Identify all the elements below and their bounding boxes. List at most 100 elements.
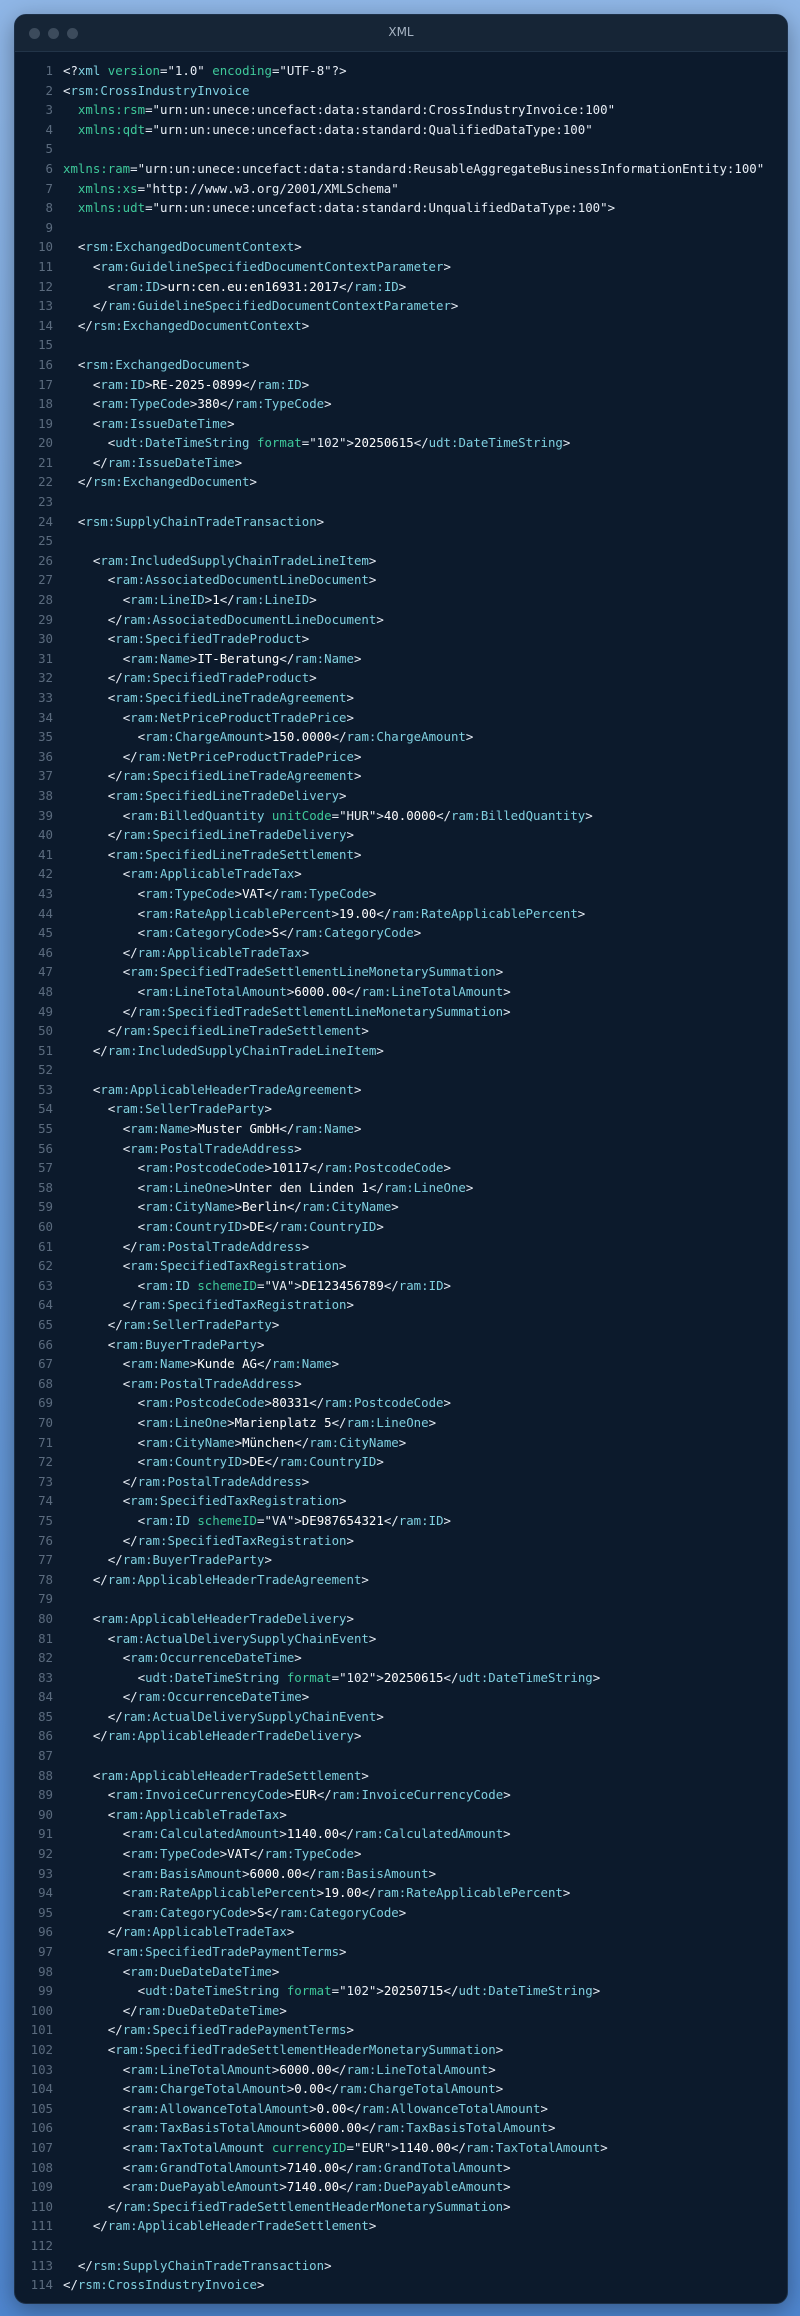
line-text: <ram:ChargeTotalAmount>0.00</ram:ChargeT… bbox=[122, 2081, 504, 2097]
line-text: <ram:GrandTotalAmount>7140.00</ram:Grand… bbox=[122, 2159, 511, 2175]
code-line: 66 <ram:BuyerTradeParty> bbox=[15, 1335, 787, 1355]
code-line: 37 </ram:SpecifiedLineTradeAgreement> bbox=[15, 766, 787, 786]
line-text: xmlns:xs="http://www.w3.org/2001/XMLSche… bbox=[77, 180, 399, 196]
line-text: <ram:CountryID>DE</ram:CountryID> bbox=[137, 1454, 384, 1470]
code-line: 100 </ram:DueDateDateTime> bbox=[15, 2001, 787, 2021]
line-number: 85 bbox=[38, 1708, 53, 1724]
line-text: <ram:InvoiceCurrencyCode>EUR</ram:Invoic… bbox=[107, 1787, 511, 1803]
line-number: 94 bbox=[38, 1885, 53, 1901]
line-text: <ram:TaxTotalAmount currencyID="EUR">114… bbox=[122, 2139, 608, 2155]
code-line: 35 <ram:ChargeAmount>150.0000</ram:Charg… bbox=[15, 727, 787, 747]
code-line: 34 <ram:NetPriceProductTradePrice> bbox=[15, 708, 787, 728]
line-text: <ram:NetPriceProductTradePrice> bbox=[122, 709, 354, 725]
line-text: <ram:OccurrenceDateTime> bbox=[122, 1650, 302, 1666]
code-line: 56 <ram:PostalTradeAddress> bbox=[15, 1139, 787, 1159]
line-text: <ram:CountryID>DE</ram:CountryID> bbox=[137, 1219, 384, 1235]
line-text: xmlns:ram="urn:un:unece:uncefact:data:st… bbox=[63, 160, 765, 176]
code-line: 82 <ram:OccurrenceDateTime> bbox=[15, 1648, 787, 1668]
code-line: 14 </rsm:ExchangedDocumentContext> bbox=[15, 316, 787, 336]
code-line: 67 <ram:Name>Kunde AG</ram:Name> bbox=[15, 1354, 787, 1374]
code-line: 61 </ram:PostalTradeAddress> bbox=[15, 1237, 787, 1257]
line-text: </ram:SpecifiedTradeProduct> bbox=[107, 670, 317, 686]
code-line: 64 </ram:SpecifiedTaxRegistration> bbox=[15, 1295, 787, 1315]
code-line: 26 <ram:IncludedSupplyChainTradeLineItem… bbox=[15, 551, 787, 571]
line-number: 65 bbox=[38, 1317, 53, 1332]
code-line: 21 </ram:IssueDateTime> bbox=[15, 453, 787, 473]
line-text: <ram:DuePayableAmount>7140.00</ram:DuePa… bbox=[122, 2179, 511, 2195]
line-number: 95 bbox=[38, 1904, 53, 1920]
line-text: </ram:PostalTradeAddress> bbox=[122, 1473, 310, 1489]
line-text: <ram:Name>Kunde AG</ram:Name> bbox=[122, 1356, 340, 1372]
code-line: 95 <ram:CategoryCode>S</ram:CategoryCode… bbox=[15, 1903, 787, 1923]
line-text: <ram:ApplicableTradeTax> bbox=[122, 866, 302, 882]
line-text: <ram:ApplicableHeaderTradeDelivery> bbox=[92, 1610, 354, 1626]
code-line: 44 <ram:RateApplicablePercent>19.00</ram… bbox=[15, 904, 787, 924]
line-number: 81 bbox=[38, 1630, 53, 1646]
code-line: 36 </ram:NetPriceProductTradePrice> bbox=[15, 747, 787, 767]
line-number: 47 bbox=[38, 964, 53, 980]
line-text: </ram:ApplicableTradeTax> bbox=[107, 1924, 295, 1940]
line-text: <ram:ID>RE-2025-0899</ram:ID> bbox=[92, 376, 310, 392]
line-text: xmlns:qdt="urn:un:unece:uncefact:data:st… bbox=[77, 121, 593, 137]
code-line: 86 </ram:ApplicableHeaderTradeDelivery> bbox=[15, 1726, 787, 1746]
code-line: 16 <rsm:ExchangedDocument> bbox=[15, 355, 787, 375]
line-number: 91 bbox=[38, 1826, 53, 1842]
line-text: <ram:LineOne>Unter den Linden 1</ram:Lin… bbox=[137, 1179, 474, 1195]
line-text: <ram:LineID>1</ram:LineID> bbox=[122, 592, 317, 608]
line-number: 29 bbox=[38, 611, 53, 627]
line-text: </ram:SellerTradeParty> bbox=[107, 1317, 280, 1332]
line-number: 86 bbox=[38, 1728, 53, 1744]
code-line: 57 <ram:PostcodeCode>10117</ram:Postcode… bbox=[15, 1158, 787, 1178]
line-text: </ram:SpecifiedTradeSettlementLineMoneta… bbox=[122, 1003, 511, 1019]
code-line: 29 </ram:AssociatedDocumentLineDocument> bbox=[15, 610, 787, 630]
code-line: 4 xmlns:qdt="urn:un:unece:uncefact:data:… bbox=[15, 120, 787, 140]
line-text: <ram:CategoryCode>S</ram:CategoryCode> bbox=[137, 925, 422, 941]
line-text: </ram:GuidelineSpecifiedDocumentContextP… bbox=[92, 298, 459, 314]
code-line: 70 <ram:LineOne>Marienplatz 5</ram:LineO… bbox=[15, 1413, 787, 1433]
code-line: 79 bbox=[15, 1589, 787, 1609]
line-number: 68 bbox=[38, 1375, 53, 1391]
line-number: 20 bbox=[38, 435, 53, 451]
line-number: 24 bbox=[38, 513, 53, 529]
line-number: 7 bbox=[45, 180, 53, 196]
line-number: 56 bbox=[38, 1140, 53, 1156]
line-number: 64 bbox=[38, 1297, 53, 1313]
code-line: 96 </ram:ApplicableTradeTax> bbox=[15, 1922, 787, 1942]
line-text: <ram:PostcodeCode>10117</ram:PostcodeCod… bbox=[137, 1160, 451, 1176]
code-line: 5 bbox=[15, 139, 787, 159]
line-number: 90 bbox=[38, 1806, 53, 1822]
code-line: 38 <ram:SpecifiedLineTradeDelivery> bbox=[15, 786, 787, 806]
code-line: 27 <ram:AssociatedDocumentLineDocument> bbox=[15, 570, 787, 590]
line-number: 89 bbox=[38, 1787, 53, 1803]
code-line: 39 <ram:BilledQuantity unitCode="HUR">40… bbox=[15, 806, 787, 826]
line-number: 45 bbox=[38, 925, 53, 941]
code-line: 41 <ram:SpecifiedLineTradeSettlement> bbox=[15, 845, 787, 865]
code-line: 85 </ram:ActualDeliverySupplyChainEvent> bbox=[15, 1707, 787, 1727]
line-number: 46 bbox=[38, 944, 53, 960]
code-line: 13 </ram:GuidelineSpecifiedDocumentConte… bbox=[15, 296, 787, 316]
line-text: <ram:SpecifiedTaxRegistration> bbox=[122, 1493, 347, 1509]
line-text: <ram:TypeCode>VAT</ram:TypeCode> bbox=[122, 1846, 362, 1862]
line-text: <rsm:ExchangedDocumentContext> bbox=[77, 239, 302, 255]
code-line: 10 <rsm:ExchangedDocumentContext> bbox=[15, 237, 787, 257]
line-number: 9 bbox=[45, 219, 53, 235]
code-line: 48 <ram:LineTotalAmount>6000.00</ram:Lin… bbox=[15, 982, 787, 1002]
line-number: 109 bbox=[30, 2179, 53, 2195]
code-line: 77 </ram:BuyerTradeParty> bbox=[15, 1550, 787, 1570]
line-number: 58 bbox=[38, 1179, 53, 1195]
code-area[interactable]: 1 <?xml version="1.0" encoding="UTF-8"?> 2… bbox=[15, 61, 787, 2295]
line-number: 15 bbox=[38, 337, 53, 353]
line-text: <ram:RateApplicablePercent>19.00</ram:Ra… bbox=[137, 905, 586, 921]
line-number: 10 bbox=[38, 239, 53, 255]
line-text: </ram:IncludedSupplyChainTradeLineItem> bbox=[92, 1042, 384, 1058]
line-text: </ram:SpecifiedTaxRegistration> bbox=[122, 1532, 354, 1548]
line-text: <ram:ChargeAmount>150.0000</ram:ChargeAm… bbox=[137, 729, 474, 745]
line-number: 108 bbox=[30, 2159, 53, 2175]
line-text: <ram:SpecifiedTaxRegistration> bbox=[122, 1258, 347, 1274]
line-number: 31 bbox=[38, 650, 53, 666]
line-number: 103 bbox=[30, 2061, 53, 2077]
code-line: 89 <ram:InvoiceCurrencyCode>EUR</ram:Inv… bbox=[15, 1785, 787, 1805]
line-text: </rsm:CrossIndustryInvoice> bbox=[63, 2277, 265, 2293]
line-text: <rsm:CrossIndustryInvoice bbox=[63, 82, 250, 98]
line-number: 110 bbox=[30, 2198, 53, 2214]
